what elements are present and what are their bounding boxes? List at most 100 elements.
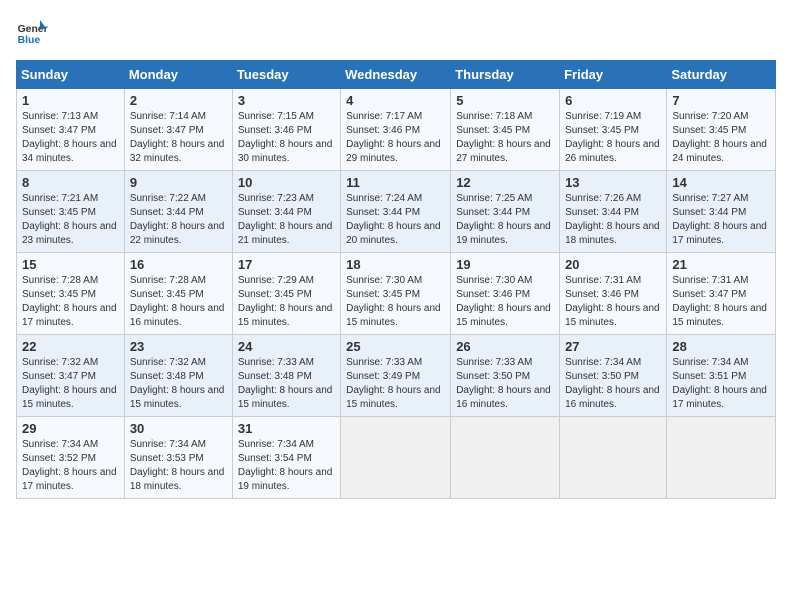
day-number: 16 bbox=[130, 257, 227, 272]
day-detail: Sunrise: 7:30 AMSunset: 3:46 PMDaylight:… bbox=[456, 274, 554, 330]
day-number: 9 bbox=[130, 175, 227, 190]
day-cell: 21 Sunrise: 7:31 AMSunset: 3:47 PMDaylig… bbox=[667, 253, 776, 335]
day-number: 1 bbox=[22, 93, 119, 108]
day-cell: 27 Sunrise: 7:34 AMSunset: 3:50 PMDaylig… bbox=[560, 335, 667, 417]
page-header: General Blue bbox=[16, 16, 776, 48]
day-cell: 11 Sunrise: 7:24 AMSunset: 3:44 PMDaylig… bbox=[341, 171, 451, 253]
day-detail: Sunrise: 7:20 AMSunset: 3:45 PMDaylight:… bbox=[672, 110, 770, 166]
day-number: 8 bbox=[22, 175, 119, 190]
week-row-4: 22 Sunrise: 7:32 AMSunset: 3:47 PMDaylig… bbox=[17, 335, 776, 417]
day-detail: Sunrise: 7:34 AMSunset: 3:53 PMDaylight:… bbox=[130, 438, 227, 494]
day-number: 26 bbox=[456, 339, 554, 354]
day-detail: Sunrise: 7:18 AMSunset: 3:45 PMDaylight:… bbox=[456, 110, 554, 166]
day-cell: 10 Sunrise: 7:23 AMSunset: 3:44 PMDaylig… bbox=[232, 171, 340, 253]
day-cell: 4 Sunrise: 7:17 AMSunset: 3:46 PMDayligh… bbox=[341, 89, 451, 171]
day-number: 7 bbox=[672, 93, 770, 108]
day-cell: 26 Sunrise: 7:33 AMSunset: 3:50 PMDaylig… bbox=[451, 335, 560, 417]
day-detail: Sunrise: 7:34 AMSunset: 3:52 PMDaylight:… bbox=[22, 438, 119, 494]
day-detail: Sunrise: 7:34 AMSunset: 3:54 PMDaylight:… bbox=[238, 438, 335, 494]
day-number: 24 bbox=[238, 339, 335, 354]
header-cell-thursday: Thursday bbox=[451, 61, 560, 89]
day-number: 20 bbox=[565, 257, 661, 272]
day-cell: 20 Sunrise: 7:31 AMSunset: 3:46 PMDaylig… bbox=[560, 253, 667, 335]
day-cell: 6 Sunrise: 7:19 AMSunset: 3:45 PMDayligh… bbox=[560, 89, 667, 171]
day-number: 21 bbox=[672, 257, 770, 272]
day-detail: Sunrise: 7:33 AMSunset: 3:48 PMDaylight:… bbox=[238, 356, 335, 412]
day-number: 19 bbox=[456, 257, 554, 272]
logo-icon: General Blue bbox=[16, 16, 48, 48]
day-detail: Sunrise: 7:22 AMSunset: 3:44 PMDaylight:… bbox=[130, 192, 227, 248]
header-cell-saturday: Saturday bbox=[667, 61, 776, 89]
day-detail: Sunrise: 7:13 AMSunset: 3:47 PMDaylight:… bbox=[22, 110, 119, 166]
svg-text:Blue: Blue bbox=[18, 35, 41, 46]
day-cell: 30 Sunrise: 7:34 AMSunset: 3:53 PMDaylig… bbox=[124, 417, 232, 499]
day-cell: 13 Sunrise: 7:26 AMSunset: 3:44 PMDaylig… bbox=[560, 171, 667, 253]
day-number: 3 bbox=[238, 93, 335, 108]
day-cell: 12 Sunrise: 7:25 AMSunset: 3:44 PMDaylig… bbox=[451, 171, 560, 253]
day-number: 23 bbox=[130, 339, 227, 354]
day-cell bbox=[667, 417, 776, 499]
day-number: 13 bbox=[565, 175, 661, 190]
day-number: 2 bbox=[130, 93, 227, 108]
day-number: 15 bbox=[22, 257, 119, 272]
day-number: 30 bbox=[130, 421, 227, 436]
day-detail: Sunrise: 7:23 AMSunset: 3:44 PMDaylight:… bbox=[238, 192, 335, 248]
day-detail: Sunrise: 7:31 AMSunset: 3:47 PMDaylight:… bbox=[672, 274, 770, 330]
day-cell: 8 Sunrise: 7:21 AMSunset: 3:45 PMDayligh… bbox=[17, 171, 125, 253]
day-cell: 5 Sunrise: 7:18 AMSunset: 3:45 PMDayligh… bbox=[451, 89, 560, 171]
day-detail: Sunrise: 7:33 AMSunset: 3:49 PMDaylight:… bbox=[346, 356, 445, 412]
day-cell: 18 Sunrise: 7:30 AMSunset: 3:45 PMDaylig… bbox=[341, 253, 451, 335]
day-number: 18 bbox=[346, 257, 445, 272]
day-cell bbox=[451, 417, 560, 499]
week-row-2: 8 Sunrise: 7:21 AMSunset: 3:45 PMDayligh… bbox=[17, 171, 776, 253]
day-cell: 28 Sunrise: 7:34 AMSunset: 3:51 PMDaylig… bbox=[667, 335, 776, 417]
day-number: 25 bbox=[346, 339, 445, 354]
day-detail: Sunrise: 7:28 AMSunset: 3:45 PMDaylight:… bbox=[22, 274, 119, 330]
day-detail: Sunrise: 7:29 AMSunset: 3:45 PMDaylight:… bbox=[238, 274, 335, 330]
day-detail: Sunrise: 7:33 AMSunset: 3:50 PMDaylight:… bbox=[456, 356, 554, 412]
day-cell: 1 Sunrise: 7:13 AMSunset: 3:47 PMDayligh… bbox=[17, 89, 125, 171]
day-cell: 9 Sunrise: 7:22 AMSunset: 3:44 PMDayligh… bbox=[124, 171, 232, 253]
day-detail: Sunrise: 7:34 AMSunset: 3:50 PMDaylight:… bbox=[565, 356, 661, 412]
day-number: 28 bbox=[672, 339, 770, 354]
header-row: SundayMondayTuesdayWednesdayThursdayFrid… bbox=[17, 61, 776, 89]
day-detail: Sunrise: 7:28 AMSunset: 3:45 PMDaylight:… bbox=[130, 274, 227, 330]
day-detail: Sunrise: 7:21 AMSunset: 3:45 PMDaylight:… bbox=[22, 192, 119, 248]
day-detail: Sunrise: 7:32 AMSunset: 3:48 PMDaylight:… bbox=[130, 356, 227, 412]
day-cell: 7 Sunrise: 7:20 AMSunset: 3:45 PMDayligh… bbox=[667, 89, 776, 171]
calendar-table: SundayMondayTuesdayWednesdayThursdayFrid… bbox=[16, 60, 776, 499]
day-detail: Sunrise: 7:14 AMSunset: 3:47 PMDaylight:… bbox=[130, 110, 227, 166]
day-cell: 22 Sunrise: 7:32 AMSunset: 3:47 PMDaylig… bbox=[17, 335, 125, 417]
day-detail: Sunrise: 7:19 AMSunset: 3:45 PMDaylight:… bbox=[565, 110, 661, 166]
day-cell: 2 Sunrise: 7:14 AMSunset: 3:47 PMDayligh… bbox=[124, 89, 232, 171]
logo: General Blue bbox=[16, 16, 48, 48]
day-number: 31 bbox=[238, 421, 335, 436]
header-cell-wednesday: Wednesday bbox=[341, 61, 451, 89]
day-cell bbox=[560, 417, 667, 499]
day-number: 27 bbox=[565, 339, 661, 354]
day-detail: Sunrise: 7:32 AMSunset: 3:47 PMDaylight:… bbox=[22, 356, 119, 412]
day-number: 29 bbox=[22, 421, 119, 436]
day-number: 14 bbox=[672, 175, 770, 190]
day-cell: 23 Sunrise: 7:32 AMSunset: 3:48 PMDaylig… bbox=[124, 335, 232, 417]
week-row-3: 15 Sunrise: 7:28 AMSunset: 3:45 PMDaylig… bbox=[17, 253, 776, 335]
day-cell: 31 Sunrise: 7:34 AMSunset: 3:54 PMDaylig… bbox=[232, 417, 340, 499]
day-cell bbox=[341, 417, 451, 499]
day-number: 6 bbox=[565, 93, 661, 108]
day-detail: Sunrise: 7:34 AMSunset: 3:51 PMDaylight:… bbox=[672, 356, 770, 412]
day-cell: 19 Sunrise: 7:30 AMSunset: 3:46 PMDaylig… bbox=[451, 253, 560, 335]
day-cell: 29 Sunrise: 7:34 AMSunset: 3:52 PMDaylig… bbox=[17, 417, 125, 499]
day-number: 4 bbox=[346, 93, 445, 108]
day-cell: 17 Sunrise: 7:29 AMSunset: 3:45 PMDaylig… bbox=[232, 253, 340, 335]
day-detail: Sunrise: 7:25 AMSunset: 3:44 PMDaylight:… bbox=[456, 192, 554, 248]
day-detail: Sunrise: 7:27 AMSunset: 3:44 PMDaylight:… bbox=[672, 192, 770, 248]
day-detail: Sunrise: 7:26 AMSunset: 3:44 PMDaylight:… bbox=[565, 192, 661, 248]
day-cell: 3 Sunrise: 7:15 AMSunset: 3:46 PMDayligh… bbox=[232, 89, 340, 171]
day-detail: Sunrise: 7:31 AMSunset: 3:46 PMDaylight:… bbox=[565, 274, 661, 330]
day-number: 10 bbox=[238, 175, 335, 190]
header-cell-monday: Monday bbox=[124, 61, 232, 89]
day-cell: 14 Sunrise: 7:27 AMSunset: 3:44 PMDaylig… bbox=[667, 171, 776, 253]
day-number: 12 bbox=[456, 175, 554, 190]
header-cell-tuesday: Tuesday bbox=[232, 61, 340, 89]
day-cell: 15 Sunrise: 7:28 AMSunset: 3:45 PMDaylig… bbox=[17, 253, 125, 335]
